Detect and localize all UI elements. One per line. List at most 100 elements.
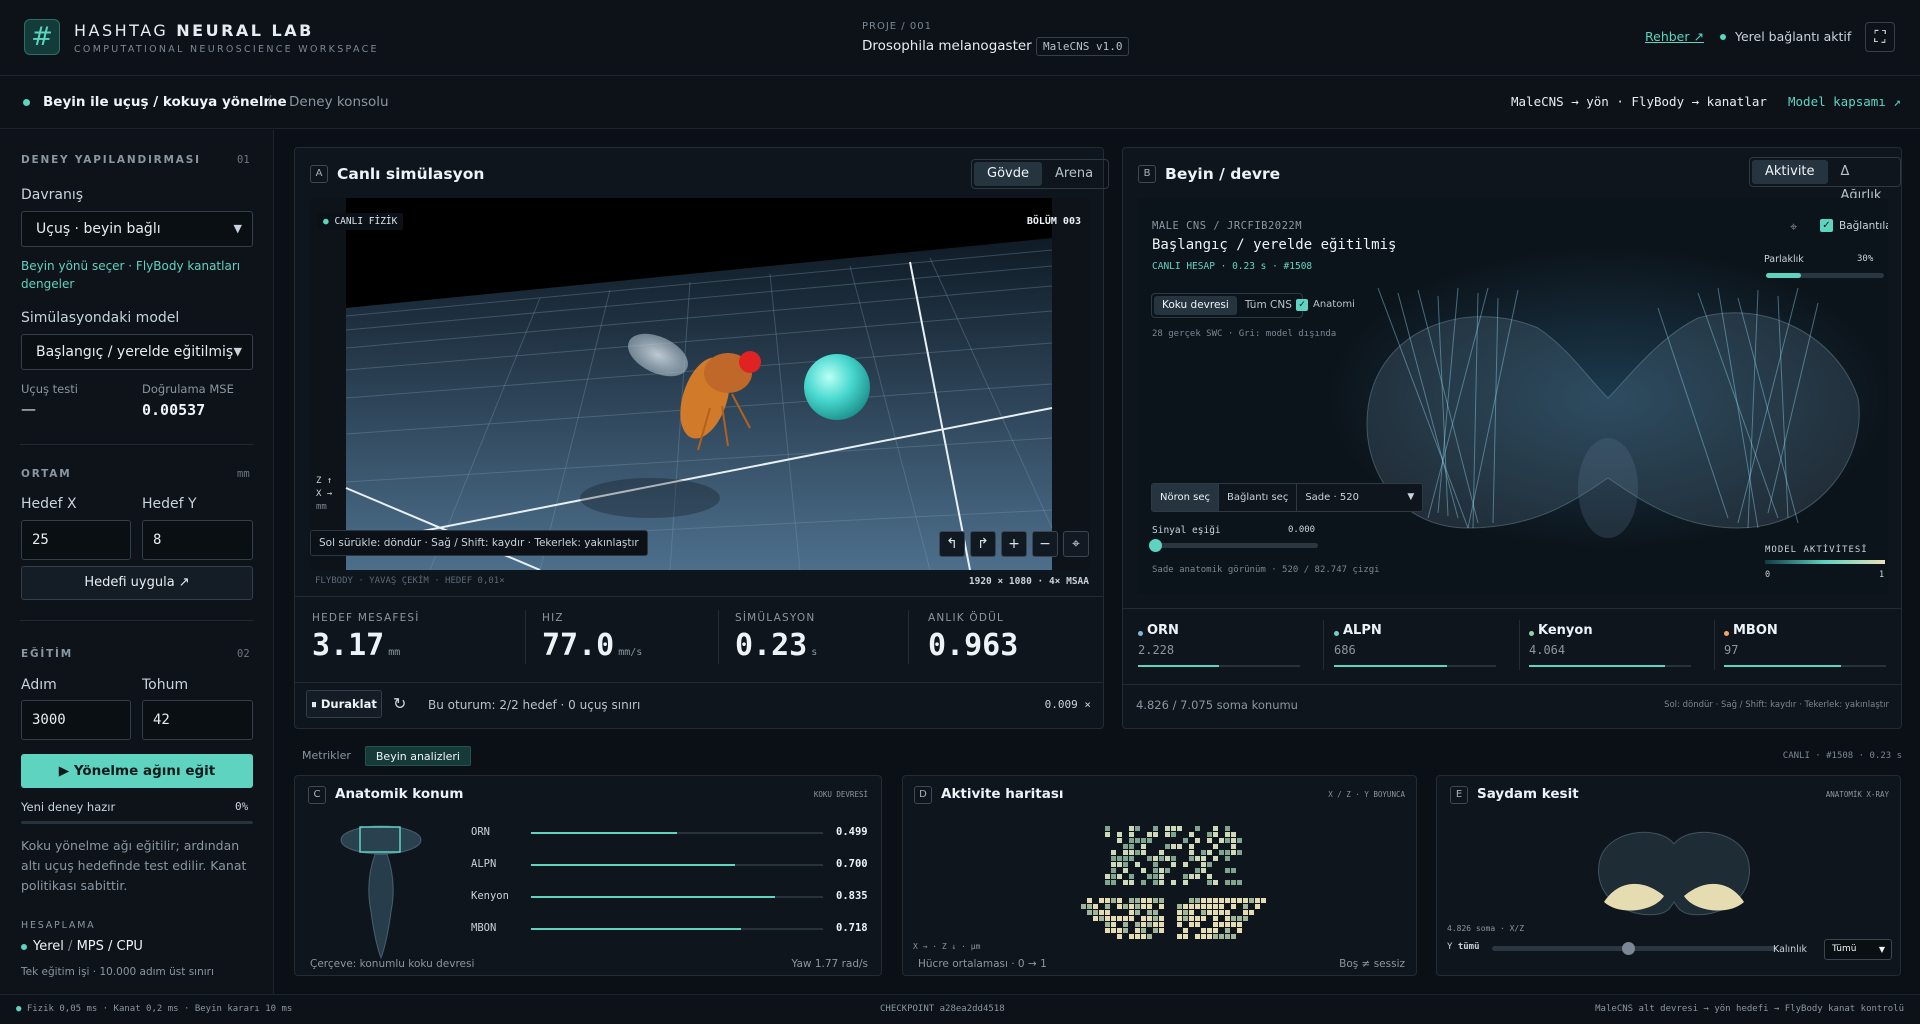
speed-multiplier[interactable]: 0.009 ×: [1045, 698, 1091, 711]
model-scope-link[interactable]: Model kapsamı ↗: [1788, 94, 1901, 109]
heatmap-cell: [1219, 922, 1224, 927]
tab-odor-circuit[interactable]: Koku devresi: [1154, 296, 1237, 315]
mse-value: 0.00537: [142, 401, 206, 419]
empty-note: Boş ≠ sessiz: [1339, 958, 1405, 970]
fly-shadow: [580, 478, 720, 518]
train-button[interactable]: ▶ Yönelme ağını eğit: [21, 754, 253, 788]
simple-select[interactable]: Sade · 520 ▼: [1296, 484, 1422, 511]
brand-name: HASHTAG NEURAL LAB: [74, 21, 314, 40]
tab-body[interactable]: Gövde: [974, 162, 1042, 186]
heatmap-cell: [1231, 904, 1236, 909]
heatmap-cell: [1141, 928, 1146, 933]
rotate-right-icon[interactable]: ↱: [970, 531, 996, 557]
heatmap-cell: [1189, 922, 1194, 927]
tab-arena[interactable]: Arena: [1042, 162, 1106, 186]
heatmap-cell: [1129, 874, 1134, 879]
simulation-viewport[interactable]: ● CANLI FİZİK BÖLÜM 003 Z ↑ X → mm Sol s…: [310, 198, 1090, 570]
connections-checkbox[interactable]: ✓: [1820, 219, 1833, 232]
simulation-panel: A Canlı simülasyon Gövde Arena ● CANLI F…: [294, 147, 1110, 729]
y-slice-handle[interactable]: [1622, 942, 1635, 955]
cell-type-count: 686: [1334, 643, 1356, 657]
fullscreen-icon[interactable]: ⛶: [1865, 22, 1895, 52]
heatmap-cell: [1171, 880, 1176, 885]
model-select[interactable]: Başlangıç / yerelde eğitilmiş ▼: [21, 334, 253, 370]
checkpoint-id: CHECKPOINT a28ea2dd4518: [880, 1004, 1005, 1014]
heatmap-cell: [1105, 832, 1110, 837]
zoom-out-icon[interactable]: −: [1032, 531, 1058, 557]
heatmap-cell: [1135, 826, 1140, 831]
pipeline-footer: MaleCNS alt devresi → yön hedefi → FlyBo…: [1595, 1004, 1904, 1014]
heatmap-cell: [1189, 898, 1194, 903]
anatomy-checkbox[interactable]: ✓: [1296, 299, 1308, 311]
tab-weight-delta[interactable]: Δ Ağırlık: [1828, 160, 1898, 203]
thickness-select[interactable]: Tümü ▼: [1824, 939, 1892, 960]
brand-subtitle: COMPUTATIONAL NEUROSCIENCE WORKSPACE: [74, 44, 379, 55]
thickness-select-value: Tümü: [1832, 944, 1857, 954]
pause-button[interactable]: ⏸ Duraklat: [306, 690, 382, 718]
heatmap-cell: [1153, 910, 1158, 915]
target-icon[interactable]: ⌖: [1790, 220, 1797, 235]
sim-caption-right: 1920 × 1080 · 4× MSAA: [968, 576, 1089, 587]
reset-icon[interactable]: ↻: [393, 694, 406, 713]
divider: [718, 610, 719, 664]
heatmap-cell: [1105, 922, 1110, 927]
top-bar: # HASHTAG NEURAL LAB COMPUTATIONAL NEUROS…: [0, 0, 1920, 76]
heatmap-cell: [1159, 916, 1164, 921]
heatmap-cell: [1195, 856, 1200, 861]
axis-x: X →: [316, 489, 333, 499]
apply-target-button[interactable]: Hedefi uygula ↗: [21, 566, 253, 600]
heatmap-cell: [1219, 838, 1224, 843]
tab-activity[interactable]: Aktivite: [1752, 160, 1828, 184]
heatmap-cell: [1177, 904, 1182, 909]
stat-speed-label: HIZ: [542, 612, 564, 624]
simulation-scene: [310, 198, 1090, 570]
breadcrumb-console[interactable]: Deney konsolu: [289, 94, 389, 110]
heatmap-cell: [1153, 880, 1158, 885]
heatmap-cell: [1213, 880, 1218, 885]
heatmap-cell: [1141, 922, 1146, 927]
training-progress-bar: [21, 821, 253, 824]
threshold-handle[interactable]: [1149, 539, 1162, 552]
heatmap-cell: [1237, 850, 1242, 855]
heatmap-cell: [1117, 874, 1122, 879]
heatmap-cell: [1111, 916, 1116, 921]
behavior-select[interactable]: Uçuş · beyin bağlı ▼: [21, 211, 253, 247]
y-slice-slider[interactable]: [1492, 942, 1777, 955]
heatmap-cell: [1153, 898, 1158, 903]
chevron-down-icon: ▼: [1878, 945, 1885, 954]
heatmap-cell: [1183, 880, 1188, 885]
brain-viewport[interactable]: MALE CNS / JRCFIB2022M Başlangıç / yerel…: [1138, 198, 1888, 594]
tab-all-cns[interactable]: Tüm CNS: [1237, 296, 1300, 315]
circuit-tabs: Koku devresi Tüm CNS: [1151, 293, 1303, 318]
heatmap-cell: [1207, 910, 1212, 915]
recenter-icon[interactable]: ⌖: [1063, 531, 1089, 557]
zoom-in-icon[interactable]: +: [1001, 531, 1027, 557]
heatmap-cell: [1207, 898, 1212, 903]
neuron-select-button[interactable]: Nöron seç: [1152, 484, 1218, 511]
connection-select-button[interactable]: Bağlantı seç: [1218, 484, 1296, 511]
heatmap-cell: [1201, 868, 1206, 873]
tab-metrics[interactable]: Metrikler: [294, 746, 359, 766]
compute-local: Yerel: [33, 939, 64, 954]
tab-brain-analysis[interactable]: Beyin analizleri: [364, 746, 471, 766]
target-y-input[interactable]: 8: [142, 520, 253, 560]
threshold-slider[interactable]: [1149, 539, 1318, 552]
steps-input[interactable]: 3000: [21, 700, 131, 740]
heatmap-cell: [1195, 904, 1200, 909]
target-x-input[interactable]: 25: [21, 520, 131, 560]
seed-input[interactable]: 42: [142, 700, 253, 740]
heatmap-cell: [1171, 856, 1176, 861]
swc-note: 28 gerçek SWC · Gri: model dışında: [1152, 329, 1337, 339]
heatmap-cell: [1225, 880, 1230, 885]
live-calc: CANLI HESAP · 0.23 s · #1508: [1152, 261, 1313, 272]
guide-link[interactable]: Rehber ↗: [1645, 29, 1704, 44]
heatmap-cell: [1123, 850, 1128, 855]
activity-map-panel: D Aktivite haritası X / Z · Y BOYUNCA X …: [902, 775, 1417, 976]
rotate-left-icon[interactable]: ↰: [939, 531, 965, 557]
brightness-slider[interactable]: [1766, 273, 1884, 278]
heatmap-cell: [1141, 934, 1146, 939]
heatmap-cell: [1153, 832, 1158, 837]
fly-eye: [739, 351, 761, 373]
heatmap-cell: [1189, 832, 1194, 837]
heatmap-cell: [1243, 898, 1248, 903]
